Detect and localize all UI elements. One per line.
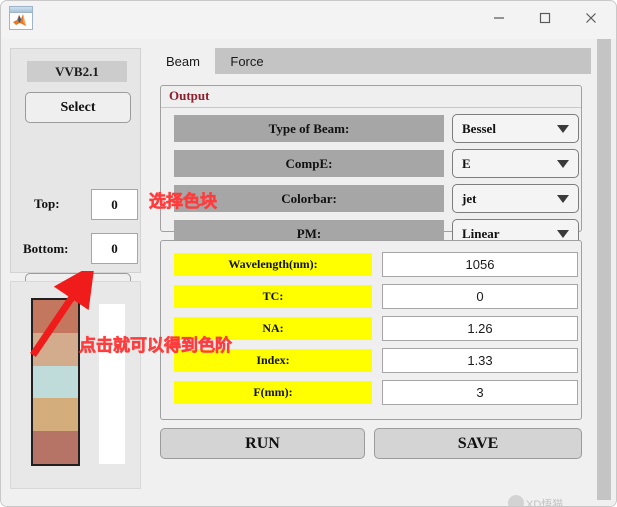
right-edge-strip — [597, 39, 611, 500]
input-tc[interactable]: 0 — [382, 284, 578, 309]
left-control-panel: VVB2.1 Select Top: 0 Bottom: 0 Set color — [10, 48, 141, 303]
bottom-input[interactable]: 0 — [91, 233, 138, 264]
run-button[interactable]: RUN — [160, 428, 365, 459]
label-wavelength: Wavelength(nm): — [174, 253, 372, 276]
select-button[interactable]: Select — [25, 92, 131, 123]
input-na[interactable]: 1.26 — [382, 316, 578, 341]
maximize-button[interactable] — [522, 1, 568, 35]
chevron-down-icon — [557, 159, 569, 168]
label-type-of-beam: Type of Beam: — [174, 115, 444, 142]
tab-strip: Beam Force — [151, 48, 591, 74]
label-compe: CompE: — [174, 150, 444, 177]
matlab-membrane-icon — [9, 6, 33, 30]
label-tc: TC: — [174, 285, 372, 308]
dropdown-colorbar-value: jet — [462, 190, 477, 206]
top-input[interactable]: 0 — [91, 189, 138, 220]
close-icon — [586, 13, 596, 23]
params-group-box: Wavelength(nm): 1056 TC: 0 NA: 1.26 Inde… — [160, 240, 582, 420]
colorbar-swatch-4 — [33, 431, 78, 464]
label-index: Index: — [174, 349, 372, 372]
input-index[interactable]: 1.33 — [382, 348, 578, 373]
chevron-down-icon — [557, 229, 569, 238]
output-group-box: Output Type of Beam: Bessel CompE: E Col… — [160, 85, 582, 248]
minimize-icon — [494, 17, 504, 19]
chevron-down-icon — [557, 194, 569, 203]
window-content: VVB2.1 Select Top: 0 Bottom: 0 Set color… — [1, 39, 616, 506]
output-group-title: Output — [169, 88, 210, 103]
colorbar-preview[interactable] — [31, 298, 80, 466]
bottom-label: Bottom: — [23, 241, 69, 256]
window-titlebar — [1, 1, 616, 39]
chevron-down-icon — [557, 124, 569, 133]
input-wavelength[interactable]: 1056 — [382, 252, 578, 277]
blank-preview-box — [99, 304, 125, 464]
output-group-divider — [161, 107, 581, 108]
dropdown-compe-value: E — [462, 155, 471, 171]
close-button[interactable] — [568, 1, 614, 35]
dropdown-type-of-beam-value: Bessel — [462, 120, 496, 136]
application-window: VVB2.1 Select Top: 0 Bottom: 0 Set color… — [0, 0, 617, 507]
panel-title: VVB2.1 — [27, 61, 127, 82]
save-button[interactable]: SAVE — [374, 428, 582, 459]
dropdown-type-of-beam[interactable]: Bessel — [452, 114, 579, 143]
tab-beam[interactable]: Beam — [151, 48, 215, 74]
input-focal-length[interactable]: 3 — [382, 380, 578, 405]
colorbar-swatch-0 — [33, 300, 78, 333]
minimize-button[interactable] — [476, 1, 522, 35]
dropdown-colorbar[interactable]: jet — [452, 184, 579, 213]
colorbar-swatch-2 — [33, 365, 78, 399]
colorbar-swatch-3 — [33, 398, 78, 432]
colorbar-swatch-1 — [33, 332, 78, 366]
label-na: NA: — [174, 317, 372, 340]
top-label: Top: — [34, 196, 60, 211]
color-swatch-panel — [10, 281, 141, 489]
maximize-icon — [539, 12, 551, 24]
label-focal-length: F(mm): — [174, 381, 372, 404]
membrane-glyph — [13, 14, 26, 26]
tab-force[interactable]: Force — [215, 48, 279, 74]
label-colorbar: Colorbar: — [174, 185, 444, 212]
tab-page-beam: Output Type of Beam: Bessel CompE: E Col… — [151, 74, 591, 500]
dropdown-compe[interactable]: E — [452, 149, 579, 178]
